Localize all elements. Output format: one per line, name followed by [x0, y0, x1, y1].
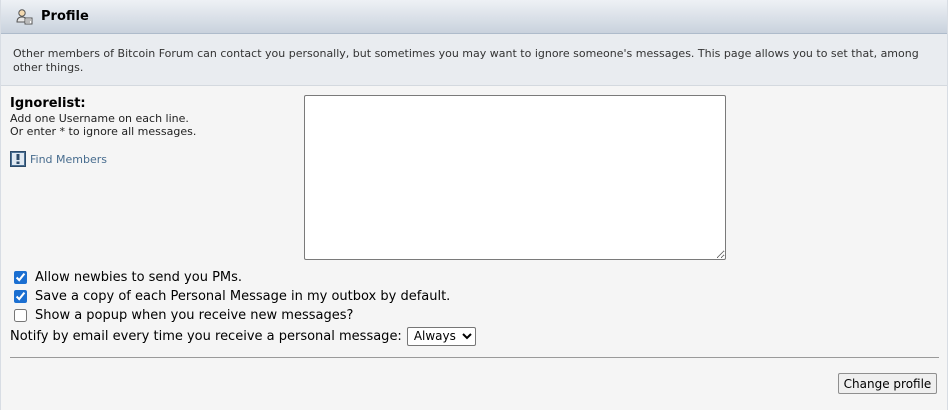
options-list: Allow newbies to send you PMs. Save a co… — [10, 268, 476, 347]
option-save-copy: Save a copy of each Personal Message in … — [10, 287, 476, 306]
page-description: Other members of Bitcoin Forum can conta… — [1, 34, 947, 86]
search-members-icon[interactable] — [10, 151, 26, 167]
profile-user-icon — [15, 8, 33, 26]
notify-label: Notify by email every time you receive a… — [10, 328, 402, 344]
ignorelist-label: Ignorelist: — [10, 96, 86, 111]
notify-row: Notify by email every time you receive a… — [10, 325, 476, 347]
divider — [10, 357, 939, 358]
allow-newbies-checkbox[interactable] — [14, 271, 27, 284]
save-copy-label[interactable]: Save a copy of each Personal Message in … — [35, 289, 450, 304]
find-members-link[interactable]: Find Members — [30, 153, 107, 166]
ignorelist-section: Ignorelist: Add one Username on each lin… — [1, 86, 947, 264]
ignorelist-hint-line1: Add one Username on each line. — [10, 112, 189, 125]
ignorelist-textarea[interactable] — [304, 95, 726, 260]
change-profile-button[interactable]: Change profile — [838, 373, 937, 394]
option-allow-newbies: Allow newbies to send you PMs. — [10, 268, 476, 287]
profile-panel: Profile Other members of Bitcoin Forum c… — [0, 0, 948, 410]
page-title: Profile — [41, 9, 89, 24]
option-show-popup: Show a popup when you receive new messag… — [10, 306, 476, 325]
find-members: Find Members — [10, 151, 107, 167]
save-copy-checkbox[interactable] — [14, 290, 27, 303]
ignorelist-hint: Add one Username on each line. Or enter … — [10, 112, 196, 138]
ignorelist-hint-line2: Or enter * to ignore all messages. — [10, 125, 197, 138]
panel-header: Profile — [1, 0, 947, 34]
show-popup-label[interactable]: Show a popup when you receive new messag… — [35, 308, 353, 323]
notify-select[interactable]: Always — [406, 326, 476, 346]
show-popup-checkbox[interactable] — [14, 309, 27, 322]
allow-newbies-label[interactable]: Allow newbies to send you PMs. — [35, 270, 242, 285]
